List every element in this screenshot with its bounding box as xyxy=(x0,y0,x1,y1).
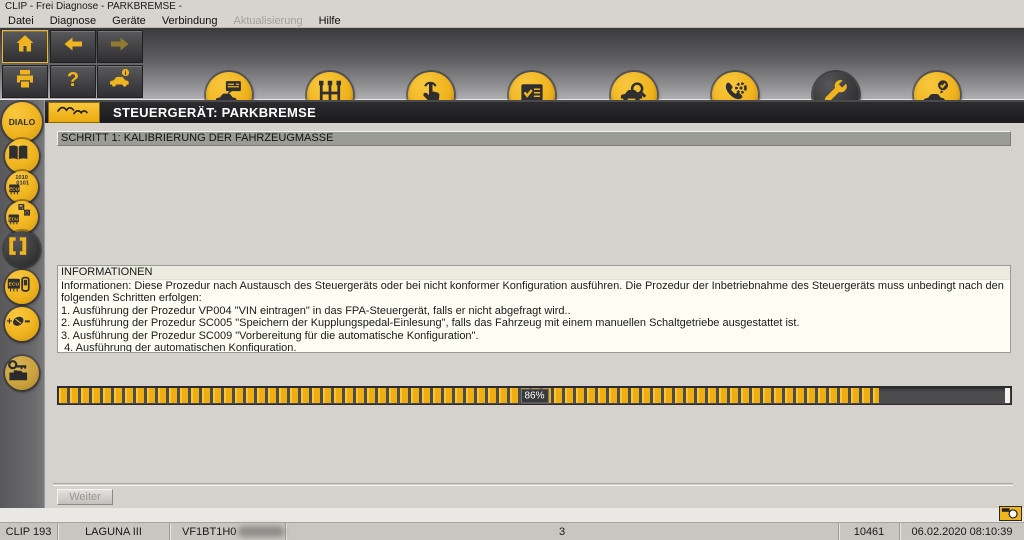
help-button[interactable]: ? xyxy=(50,65,96,98)
ecu-checklist-icon: ECU xyxy=(6,202,38,232)
menu-diagnose[interactable]: Diagnose xyxy=(42,15,104,27)
printer-icon xyxy=(13,67,37,96)
progress-bar: 86% xyxy=(57,386,1012,405)
ecu-binary-icon: 10100101ECU xyxy=(6,172,38,202)
plus-minus-disc-icon: + xyxy=(5,308,39,340)
progress-fill xyxy=(59,388,879,403)
ecu-device-icon: ECU xyxy=(5,271,39,303)
sidebar-item-ecu-device[interactable]: ECU xyxy=(5,270,39,304)
info-line: 3. Ausführung der Prozedur SC009 "Vorber… xyxy=(58,330,1010,342)
status-vehicle: LAGUNA III xyxy=(58,523,170,540)
sidebar-item-dialogys[interactable]: DIALO xyxy=(2,102,42,142)
page-title: STEUERGERÄT: PARKBREMSE xyxy=(100,105,316,120)
menu-aktualisierung: Aktualisierung xyxy=(225,15,310,27)
window-title: CLIP - Frei Diagnose - PARKBREMSE - xyxy=(0,0,1024,14)
progress-end-cap xyxy=(1005,388,1010,403)
home-button[interactable] xyxy=(2,30,48,63)
clip-logo xyxy=(48,102,100,123)
status-vin: VF1BT1H0 xyxy=(170,523,286,540)
content-header: STEUERGERÄT: PARKBREMSE xyxy=(45,100,1024,123)
help-icon: ? xyxy=(61,67,85,96)
svg-text:?: ? xyxy=(67,69,79,91)
toolbar: ? i xyxy=(0,28,1024,100)
vin-redaction-blur xyxy=(238,526,285,537)
bottom-strip xyxy=(0,508,1024,522)
sidebar-item-ecu-checklist[interactable]: ECU xyxy=(6,201,38,233)
status-bar: CLIP 193 LAGUNA III VF1BT1H0 3 10461 06.… xyxy=(0,522,1024,540)
forward-arrow-icon xyxy=(108,32,132,61)
svg-text:i: i xyxy=(125,70,127,77)
status-count: 3 xyxy=(286,523,839,540)
back-button[interactable] xyxy=(50,30,96,63)
info-line: 1. Ausführung der Prozedur VP004 "VIN ei… xyxy=(58,305,1010,317)
info-line: 2. Ausführung der Prozedur SC005 "Speich… xyxy=(58,317,1010,329)
forward-button xyxy=(97,30,143,63)
back-arrow-icon xyxy=(61,32,85,61)
home-icon xyxy=(13,32,37,61)
key-engine-icon xyxy=(5,357,39,389)
svg-text:ECU: ECU xyxy=(9,217,19,222)
menu-geraete[interactable]: Geräte xyxy=(104,15,154,27)
documentation-book-icon xyxy=(5,140,39,172)
menu-hilfe[interactable]: Hilfe xyxy=(311,15,349,27)
sidebar-item-documentation[interactable] xyxy=(5,139,39,173)
menu-bar: Datei Diagnose Geräte Verbindung Aktuali… xyxy=(0,14,1024,28)
divider-groove xyxy=(53,483,1013,486)
svg-text:ECU: ECU xyxy=(9,187,19,192)
dialogys-icon: DIALO xyxy=(9,117,35,127)
progress-percent-label: 86% xyxy=(520,388,548,403)
content-area: STEUERGERÄT: PARKBREMSE SCHRITT 1: KALIB… xyxy=(45,100,1024,508)
birds-logo-icon xyxy=(54,103,94,123)
step-header: SCHRITT 1: KALIBRIERUNG DER FAHRZEUGMASS… xyxy=(57,131,1011,146)
status-datetime: 06.02.2020 08:10:39 xyxy=(900,523,1024,540)
sidebar-item-connector[interactable] xyxy=(4,231,40,267)
menu-verbindung[interactable]: Verbindung xyxy=(154,15,226,27)
camera-button[interactable] xyxy=(999,506,1022,521)
status-code: 10461 xyxy=(839,523,900,540)
menu-datei[interactable]: Datei xyxy=(0,15,42,27)
sidebar-item-ecu-binary[interactable]: 10100101ECU xyxy=(6,171,38,203)
svg-text:+: + xyxy=(7,317,13,328)
print-button[interactable] xyxy=(2,65,48,98)
status-vin-text: VF1BT1H0 xyxy=(182,526,236,538)
status-tool: CLIP 193 xyxy=(0,523,58,540)
info-line: 4. Ausführung der automatischen Konfigur… xyxy=(58,342,1010,353)
sidebar-item-immobilizer[interactable] xyxy=(5,356,39,390)
vehicle-info-icon: i xyxy=(108,67,132,96)
weiter-button[interactable]: Weiter xyxy=(57,489,113,505)
info-line: Informationen: Diese Prozedur nach Austa… xyxy=(58,280,1010,305)
connector-brackets-icon xyxy=(4,232,40,265)
info-panel: INFORMATIONEN Informationen: Diese Proze… xyxy=(57,265,1011,353)
info-panel-title: INFORMATIONEN xyxy=(58,266,1010,280)
svg-text:ECU: ECU xyxy=(9,282,20,288)
sidebar-item-adjust[interactable]: + xyxy=(5,307,39,341)
vehicle-info-button[interactable]: i xyxy=(97,65,143,98)
sidebar: DIALO 10100101ECU ECU ECU + xyxy=(0,100,45,508)
